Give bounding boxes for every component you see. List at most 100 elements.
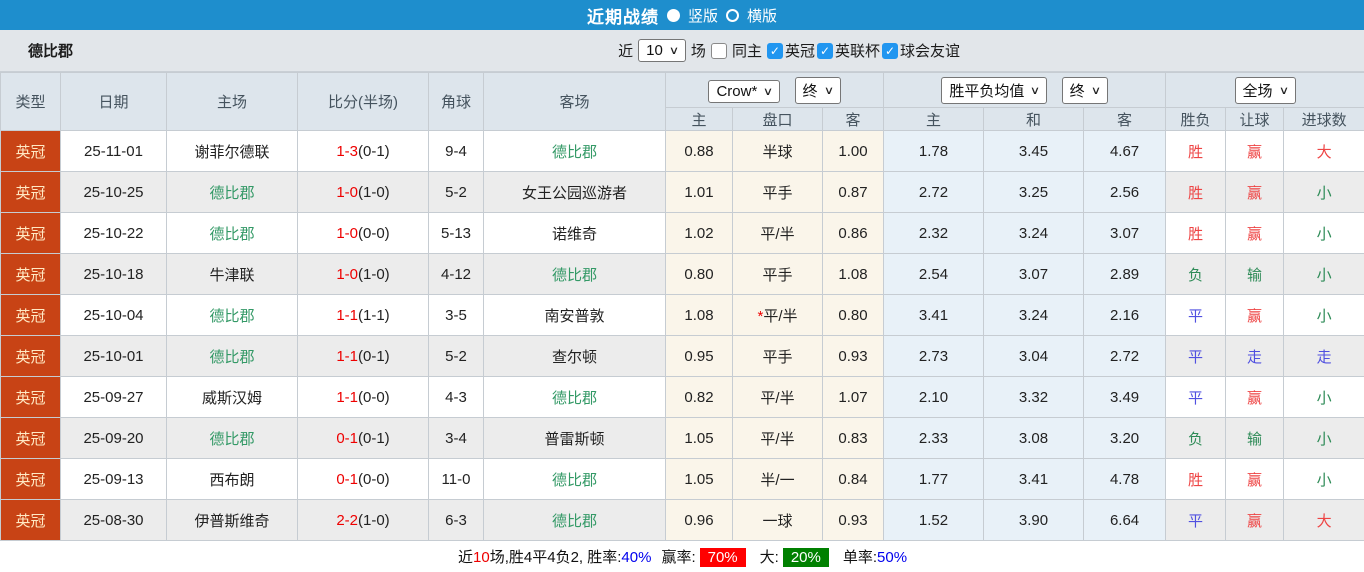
avg-win-odds: 2.33 bbox=[883, 417, 985, 459]
score-cell: 1-1(0-0) bbox=[297, 376, 429, 418]
league-checkbox[interactable]: ✓ bbox=[816, 42, 833, 59]
summary-single-rate: 50% bbox=[877, 548, 908, 566]
home-team: 德比郡 bbox=[166, 417, 298, 459]
corners: 9-4 bbox=[428, 130, 484, 172]
away-team: 德比郡 bbox=[483, 499, 666, 541]
ah-home-odds: 1.05 bbox=[665, 417, 733, 459]
score-cell: 1-1(0-1) bbox=[297, 335, 429, 377]
handicap: 一球 bbox=[732, 499, 823, 541]
ah-home-odds: 1.05 bbox=[665, 458, 733, 500]
league-checkbox-label: 球会友谊 bbox=[899, 43, 960, 60]
avg-draw-odds: 3.25 bbox=[983, 171, 1085, 213]
away-team: 德比郡 bbox=[483, 130, 666, 172]
horizontal-layout-label[interactable]: 横版 bbox=[747, 5, 777, 26]
half-time-score: (0-1) bbox=[358, 142, 390, 160]
half-time-score: (0-1) bbox=[358, 347, 390, 365]
header-score: 比分(半场) bbox=[297, 72, 429, 131]
subheader-ah-away: 客 bbox=[821, 107, 885, 131]
filter-bar: 德比郡 近 10 ∨ 场 同主 ✓ 英冠 ✓ 英联杯 ✓ 球会友谊 bbox=[0, 30, 1364, 72]
corners: 6-3 bbox=[428, 499, 484, 541]
league-badge: 英冠 bbox=[0, 212, 61, 254]
scope-select-group: 全场 ∨ bbox=[1165, 72, 1364, 108]
home-team: 德比郡 bbox=[166, 212, 298, 254]
handicap-text: 平手 bbox=[762, 266, 793, 284]
top-title-bar: 近期战绩 竖版 横版 bbox=[0, 0, 1364, 30]
full-time-score: 1-1 bbox=[336, 388, 358, 406]
filter-controls: 近 10 ∨ 场 同主 ✓ 英冠 ✓ 英联杯 ✓ 球会友谊 bbox=[618, 39, 960, 62]
avg-draw-odds: 3.41 bbox=[983, 458, 1085, 500]
league-checkbox[interactable]: ✓ bbox=[766, 42, 783, 59]
result: 平 bbox=[1165, 294, 1227, 336]
league-checkbox[interactable]: ✓ bbox=[881, 42, 898, 59]
half-time-score: (0-1) bbox=[358, 429, 390, 447]
summary-row: 近10场,胜4平4负2, 胜率:40% 赢率: 70% 大: 20% 单率:50% bbox=[0, 540, 1364, 572]
table-row: 英冠 25-08-30 伊普斯维奇 2-2(1-0) 6-3 德比郡 0.96 一球 0.93 1… bbox=[0, 499, 1364, 541]
full-time-score: 1-1 bbox=[336, 347, 358, 365]
odds-stage-select-1[interactable]: 终 ∨ bbox=[794, 76, 841, 104]
odds-stage-select-2[interactable]: 终 ∨ bbox=[1061, 76, 1108, 104]
avg-draw-odds: 3.45 bbox=[983, 130, 1085, 172]
horizontal-layout-radio[interactable] bbox=[726, 8, 739, 22]
subheader-handicap: 盘口 bbox=[732, 107, 823, 131]
ah-away-odds: 0.80 bbox=[821, 294, 885, 336]
league-badge: 英冠 bbox=[0, 376, 61, 418]
score-cell: 2-2(1-0) bbox=[297, 499, 429, 541]
handicap-text: 平/半 bbox=[760, 389, 795, 407]
match-count-select[interactable]: 10 ∨ bbox=[638, 39, 686, 62]
handicap: 平手 bbox=[732, 253, 823, 295]
summary-win-label: 赢率: bbox=[661, 548, 696, 566]
table-row: 英冠 25-10-22 德比郡 1-0(0-0) 5-13 诺维奇 1.02 平/半 0.86 2… bbox=[0, 212, 1364, 254]
handicap: 平/半 bbox=[732, 212, 823, 254]
summary-big-pct-badge: 20% bbox=[782, 547, 829, 567]
avg-draw-odds: 3.08 bbox=[983, 417, 1085, 459]
handicap-select-group: Crow* ∨ 终 ∨ bbox=[664, 72, 885, 108]
scope-select[interactable]: 全场 ∨ bbox=[1234, 76, 1296, 104]
full-time-score: 1-1 bbox=[336, 306, 358, 324]
handicap-result: 赢 bbox=[1225, 294, 1285, 336]
ah-away-odds: 1.00 bbox=[821, 130, 885, 172]
home-team: 西布朗 bbox=[166, 458, 298, 500]
subheader-goals: 进球数 bbox=[1283, 107, 1364, 131]
ah-away-odds: 1.07 bbox=[821, 376, 885, 418]
odds-company-select[interactable]: Crow* ∨ bbox=[708, 79, 781, 103]
score-cell: 1-0(1-0) bbox=[297, 253, 429, 295]
corners: 5-2 bbox=[428, 171, 484, 213]
home-team: 德比郡 bbox=[166, 335, 298, 377]
summary-win-rate: 40% bbox=[621, 548, 652, 566]
ah-home-odds: 0.88 bbox=[665, 130, 733, 172]
ah-home-odds: 1.02 bbox=[665, 212, 733, 254]
ah-away-odds: 0.93 bbox=[821, 335, 885, 377]
ah-away-odds: 0.93 bbox=[821, 499, 885, 541]
avg-lose-odds: 3.20 bbox=[1083, 417, 1167, 459]
avg-draw-odds: 3.32 bbox=[983, 376, 1085, 418]
away-team: 普雷斯顿 bbox=[483, 417, 666, 459]
match-date: 25-10-18 bbox=[60, 253, 167, 295]
full-time-score: 0-1 bbox=[336, 429, 358, 447]
vertical-layout-label[interactable]: 竖版 bbox=[688, 5, 718, 26]
full-time-score: 1-0 bbox=[336, 265, 358, 283]
handicap: 半球 bbox=[732, 130, 823, 172]
table-row: 英冠 25-09-20 德比郡 0-1(0-1) 3-4 普雷斯顿 1.05 平/半 0.83 2… bbox=[0, 417, 1364, 459]
home-team: 牛津联 bbox=[166, 253, 298, 295]
team-name: 德比郡 bbox=[28, 43, 74, 60]
summary-single-label: 单率: bbox=[842, 548, 878, 566]
league-badge: 英冠 bbox=[0, 335, 61, 377]
result: 平 bbox=[1165, 499, 1227, 541]
subheader-avg-lose: 客 bbox=[1083, 107, 1167, 131]
avg-lose-odds: 2.89 bbox=[1083, 253, 1167, 295]
ah-home-odds: 0.96 bbox=[665, 499, 733, 541]
corners: 4-12 bbox=[428, 253, 484, 295]
goals-result: 走 bbox=[1283, 335, 1364, 377]
handicap-result: 赢 bbox=[1225, 376, 1285, 418]
ah-home-odds: 0.82 bbox=[665, 376, 733, 418]
table-row: 英冠 25-10-18 牛津联 1-0(1-0) 4-12 德比郡 0.80 平手 1.08 2.… bbox=[0, 253, 1364, 295]
table-row: 英冠 25-11-01 谢菲尔德联 1-3(0-1) 9-4 德比郡 0.88 半球 1.00 1… bbox=[0, 130, 1364, 172]
near-label: 近 bbox=[618, 43, 634, 60]
avg-lose-odds: 6.64 bbox=[1083, 499, 1167, 541]
match-date: 25-10-01 bbox=[60, 335, 167, 377]
avg-win-odds: 2.54 bbox=[883, 253, 985, 295]
avg-type-select[interactable]: 胜平负均值 ∨ bbox=[941, 76, 1048, 104]
vertical-layout-radio[interactable] bbox=[666, 8, 680, 22]
subheader-ah-home: 主 bbox=[665, 107, 733, 131]
same-home-checkbox[interactable] bbox=[710, 42, 727, 59]
